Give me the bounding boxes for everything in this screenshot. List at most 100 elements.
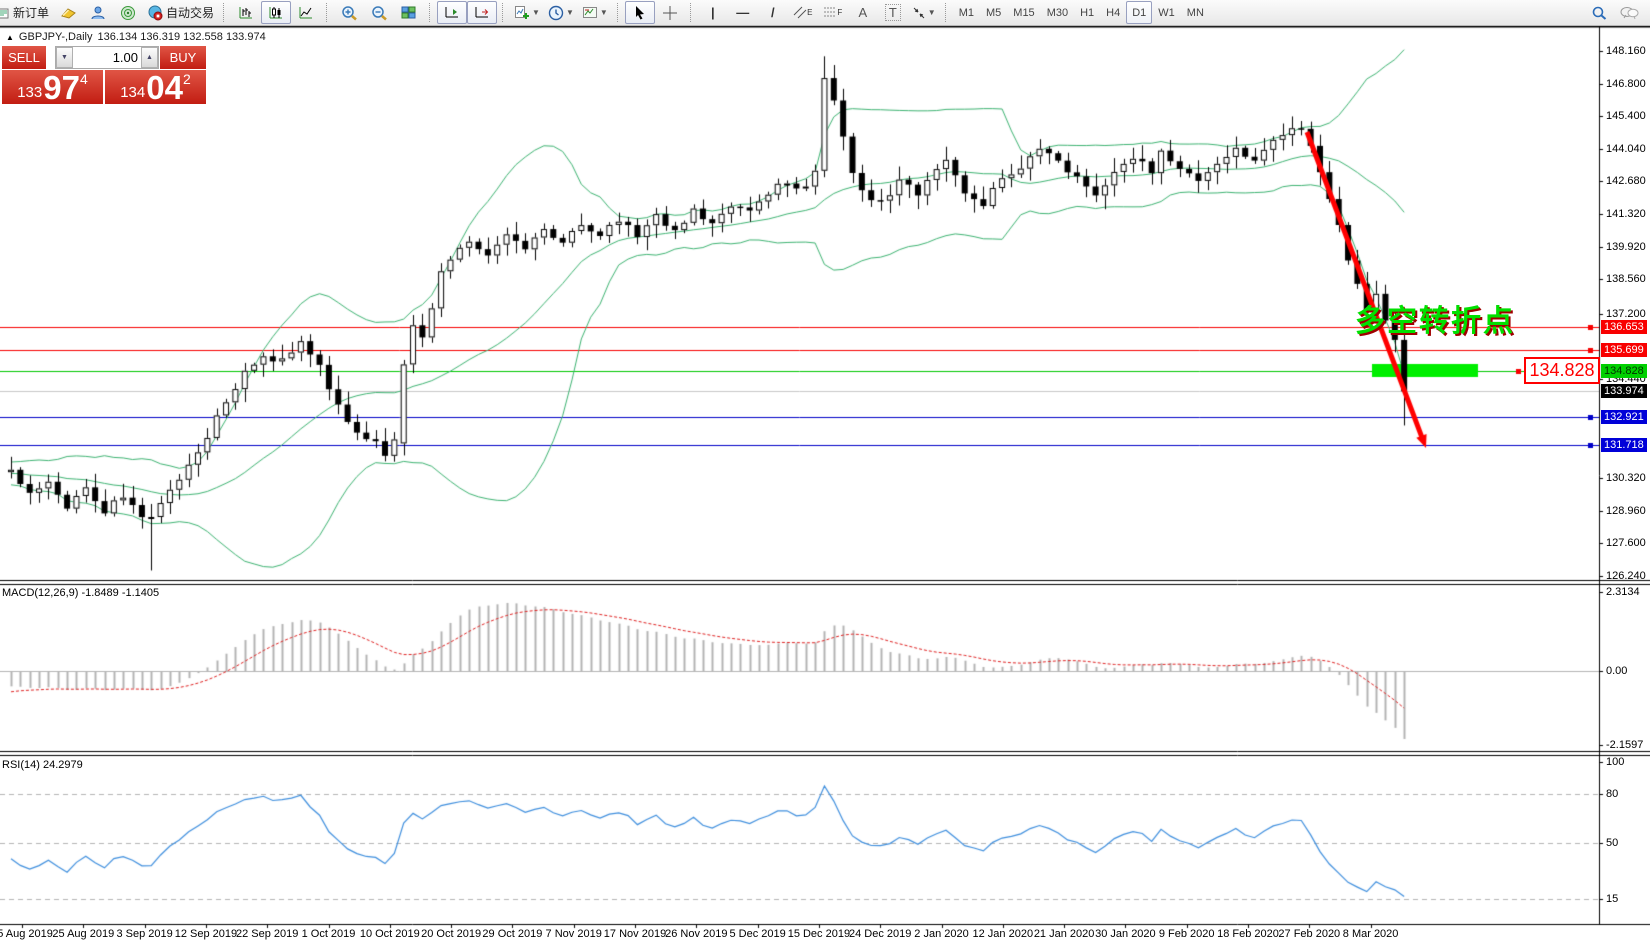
timeframe-h1[interactable]: H1 bbox=[1074, 1, 1100, 24]
separator bbox=[223, 3, 228, 22]
vertical-line-icon: | bbox=[710, 5, 715, 20]
sell-price-figure: 133 bbox=[17, 84, 43, 101]
timeframe-m5[interactable]: M5 bbox=[980, 1, 1007, 24]
date-label: 12 Sep 2019 bbox=[174, 928, 238, 940]
timeframe-h4[interactable]: H4 bbox=[1100, 1, 1126, 24]
timeframe-d1[interactable]: D1 bbox=[1126, 1, 1153, 24]
volume-decrease-button[interactable]: ▼ bbox=[56, 47, 73, 68]
trendline-tool[interactable]: / bbox=[758, 1, 788, 24]
zoom-in-icon bbox=[341, 5, 357, 20]
candlestick-chart-button[interactable] bbox=[261, 1, 292, 24]
zoom-out-button[interactable] bbox=[364, 1, 394, 24]
line-chart-icon bbox=[299, 7, 313, 19]
price-tick-label: 141.320 bbox=[1606, 208, 1646, 220]
volume-input[interactable] bbox=[73, 48, 141, 67]
periods-button[interactable]: ▼ bbox=[544, 1, 578, 24]
buy-price[interactable]: 134 04 2 bbox=[105, 70, 206, 104]
timeframe-m1[interactable]: M1 bbox=[953, 1, 980, 24]
date-label: 20 Oct 2019 bbox=[421, 928, 482, 940]
horizontal-line-tool[interactable]: — bbox=[728, 1, 758, 24]
trend-arrow-object[interactable] bbox=[1307, 132, 1432, 454]
fibonacci-letter: F bbox=[837, 8, 843, 17]
green-bar-object[interactable] bbox=[1372, 364, 1478, 377]
volume-increase-button[interactable]: ▲ bbox=[141, 47, 158, 68]
bar-chart-button[interactable] bbox=[231, 1, 261, 24]
rsi-indicator-label: RSI(14) 24.2979 bbox=[2, 759, 83, 771]
tile-windows-button[interactable] bbox=[394, 1, 424, 24]
timeframe-m30[interactable]: M30 bbox=[1041, 1, 1074, 24]
channel-tool[interactable]: E bbox=[788, 1, 818, 24]
price-tick-label: 148.160 bbox=[1606, 45, 1646, 57]
line-chart-button[interactable] bbox=[291, 1, 321, 24]
date-label: 26 Nov 2019 bbox=[665, 928, 728, 940]
text-tool[interactable]: A bbox=[848, 1, 878, 24]
date-label: 25 Aug 2019 bbox=[52, 928, 115, 940]
chat-button[interactable] bbox=[1614, 1, 1644, 24]
search-button[interactable] bbox=[1584, 1, 1614, 24]
buy-price-point: 2 bbox=[182, 71, 191, 87]
indicators-button[interactable]: ▼ bbox=[510, 1, 544, 24]
date-label: 24 Dec 2019 bbox=[848, 928, 912, 940]
text-label-tool[interactable]: T bbox=[878, 1, 908, 24]
candlestick-chart-icon bbox=[269, 7, 283, 19]
timeframe-m15[interactable]: M15 bbox=[1007, 1, 1040, 24]
cursor-icon bbox=[636, 6, 645, 20]
auto-scroll-icon bbox=[445, 7, 459, 18]
date-label: 1 Oct 2019 bbox=[301, 928, 356, 940]
date-label: 15 Aug 2019 bbox=[0, 928, 53, 940]
fibonacci-icon bbox=[824, 7, 837, 17]
chart-corner-icon: ▲ bbox=[6, 32, 14, 42]
toolbar-right bbox=[1584, 1, 1644, 24]
radar-icon bbox=[121, 5, 136, 20]
date-label: 18 Feb 2020 bbox=[1217, 928, 1279, 940]
price-tick-label: 137.200 bbox=[1606, 308, 1646, 320]
zoom-in-button[interactable] bbox=[334, 1, 364, 24]
crosshair-button[interactable] bbox=[655, 1, 685, 24]
bar-chart-icon bbox=[239, 7, 253, 19]
date-label: 22 Sep 2019 bbox=[235, 928, 299, 940]
price-badge: 136.653 bbox=[1601, 320, 1647, 334]
rsi-scale-label: 15 bbox=[1606, 893, 1619, 905]
chart-shift-button[interactable] bbox=[467, 1, 498, 24]
date-label: 8 Mar 2020 bbox=[1342, 928, 1399, 940]
crosshair-icon bbox=[662, 5, 677, 20]
timeframe-w1[interactable]: W1 bbox=[1152, 1, 1181, 24]
date-label: 10 Oct 2019 bbox=[359, 928, 420, 940]
fibonacci-tool[interactable]: F bbox=[818, 1, 848, 24]
timeframe-bar: M1 M5 M15 M30 H1 H4 D1 W1 MN bbox=[953, 1, 1210, 24]
periods-icon bbox=[548, 5, 564, 20]
vertical-line-tool[interactable]: | bbox=[698, 1, 728, 24]
dropdown-arrow-icon: ▼ bbox=[565, 8, 574, 17]
new-order-button[interactable]: 新订单 bbox=[0, 1, 53, 24]
dropdown-arrow-icon: ▼ bbox=[599, 8, 608, 17]
radar-button[interactable] bbox=[113, 1, 143, 24]
tile-windows-icon bbox=[401, 6, 416, 19]
price-tick-label: 138.560 bbox=[1606, 273, 1646, 285]
auto-scroll-button[interactable] bbox=[437, 1, 468, 24]
buy-price-pips: 04 bbox=[146, 69, 183, 106]
arrows-tool[interactable]: ▼ bbox=[908, 1, 940, 24]
sell-button[interactable]: SELL bbox=[2, 46, 47, 69]
autotrading-icon bbox=[148, 5, 163, 20]
buy-price-figure: 134 bbox=[120, 84, 146, 101]
indicators-icon bbox=[515, 6, 530, 19]
sell-price[interactable]: 133 97 4 bbox=[2, 70, 103, 104]
rsi-scale-label: 50 bbox=[1606, 837, 1619, 849]
separator bbox=[502, 3, 507, 22]
cursor-button[interactable] bbox=[624, 1, 655, 24]
text-tool-icon: A bbox=[858, 5, 868, 20]
profile-button[interactable] bbox=[83, 1, 113, 24]
annotation-text[interactable]: 多空转折点 bbox=[1355, 296, 1515, 340]
journal-button[interactable] bbox=[53, 1, 83, 24]
date-label: 3 Sep 2019 bbox=[116, 928, 173, 940]
timeframe-mn[interactable]: MN bbox=[1181, 1, 1210, 24]
price-target-box[interactable]: 134.828 bbox=[1524, 357, 1600, 384]
price-tick-label: 126.240 bbox=[1606, 570, 1646, 582]
templates-button[interactable]: ▼ bbox=[578, 1, 612, 24]
buy-label: BUY bbox=[169, 50, 197, 65]
templates-icon bbox=[582, 7, 597, 18]
date-label: 17 Nov 2019 bbox=[603, 928, 667, 940]
separator bbox=[944, 3, 950, 22]
autotrading-button[interactable]: 自动交易 bbox=[143, 1, 218, 24]
buy-button[interactable]: BUY bbox=[159, 46, 206, 69]
